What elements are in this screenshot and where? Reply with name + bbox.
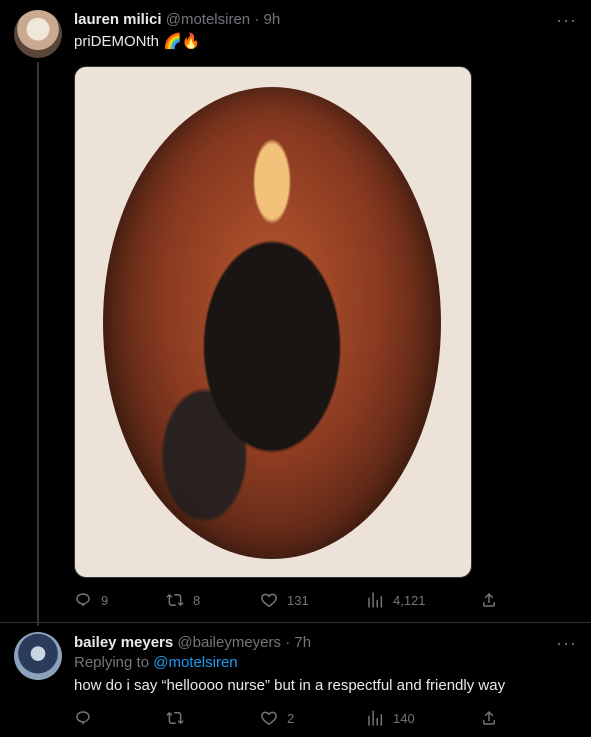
heart-icon: [261, 711, 277, 726]
reply-icon: [76, 593, 90, 607]
view-count: 4,121: [393, 592, 426, 608]
author-name[interactable]: bailey meyers: [74, 634, 173, 651]
author-name[interactable]: lauren milici: [74, 11, 162, 28]
more-icon[interactable]: ···: [556, 11, 577, 29]
share-icon: [483, 592, 495, 607]
author-handle[interactable]: @baileymeyers: [177, 634, 281, 651]
tweet[interactable]: lauren milici @motelsiren · 9h ··· priDE…: [0, 0, 591, 626]
tweet-image[interactable]: [74, 66, 472, 578]
reply-button[interactable]: [74, 707, 101, 729]
views-button[interactable]: 4,121: [366, 589, 426, 611]
replying-to: Replying to @motelsiren: [74, 653, 238, 673]
view-count: 140: [393, 710, 415, 726]
replying-handle-link[interactable]: @motelsiren: [153, 654, 237, 671]
tweet-header: lauren milici @motelsiren · 9h: [74, 10, 280, 30]
avatar[interactable]: [14, 632, 62, 680]
author-handle[interactable]: @motelsiren: [166, 11, 250, 28]
more-icon[interactable]: ···: [556, 634, 577, 652]
tweet-time[interactable]: · 9h: [254, 11, 280, 28]
tweet-header: bailey meyers @baileymeyers · 7h: [74, 633, 311, 653]
share-icon: [483, 710, 495, 725]
bar-chart-icon: [368, 710, 383, 726]
views-button[interactable]: 140: [366, 707, 415, 729]
retweet-button[interactable]: 8: [166, 589, 200, 611]
like-button[interactable]: 131: [260, 589, 309, 611]
action-bar: 2 140: [74, 707, 504, 729]
action-bar: 9 8 131 4,121: [74, 589, 504, 611]
bar-chart-icon: [368, 592, 383, 608]
retweet-icon: [166, 593, 184, 607]
like-button[interactable]: 2: [260, 707, 294, 729]
tweet-time[interactable]: · 7h: [285, 634, 311, 651]
oval-photo: [103, 87, 441, 559]
reply-icon: [76, 711, 90, 725]
tweet-text: priDEMONth 🌈🔥: [74, 33, 201, 50]
tweet-text: how do i say “helloooo nurse” but in a r…: [74, 677, 506, 694]
reply-button[interactable]: 9: [74, 589, 108, 611]
reply-count: 9: [101, 592, 109, 608]
retweet-count: 8: [193, 592, 201, 608]
share-button[interactable]: [480, 589, 498, 611]
like-count: 131: [287, 592, 309, 608]
thread-line: [37, 62, 39, 626]
retweet-icon: [166, 711, 184, 725]
replying-label: Replying to: [74, 654, 150, 671]
retweet-button[interactable]: [166, 707, 193, 729]
like-count: 2: [287, 710, 295, 726]
avatar[interactable]: [14, 10, 62, 58]
heart-icon: [261, 593, 277, 608]
share-button[interactable]: [480, 707, 498, 729]
